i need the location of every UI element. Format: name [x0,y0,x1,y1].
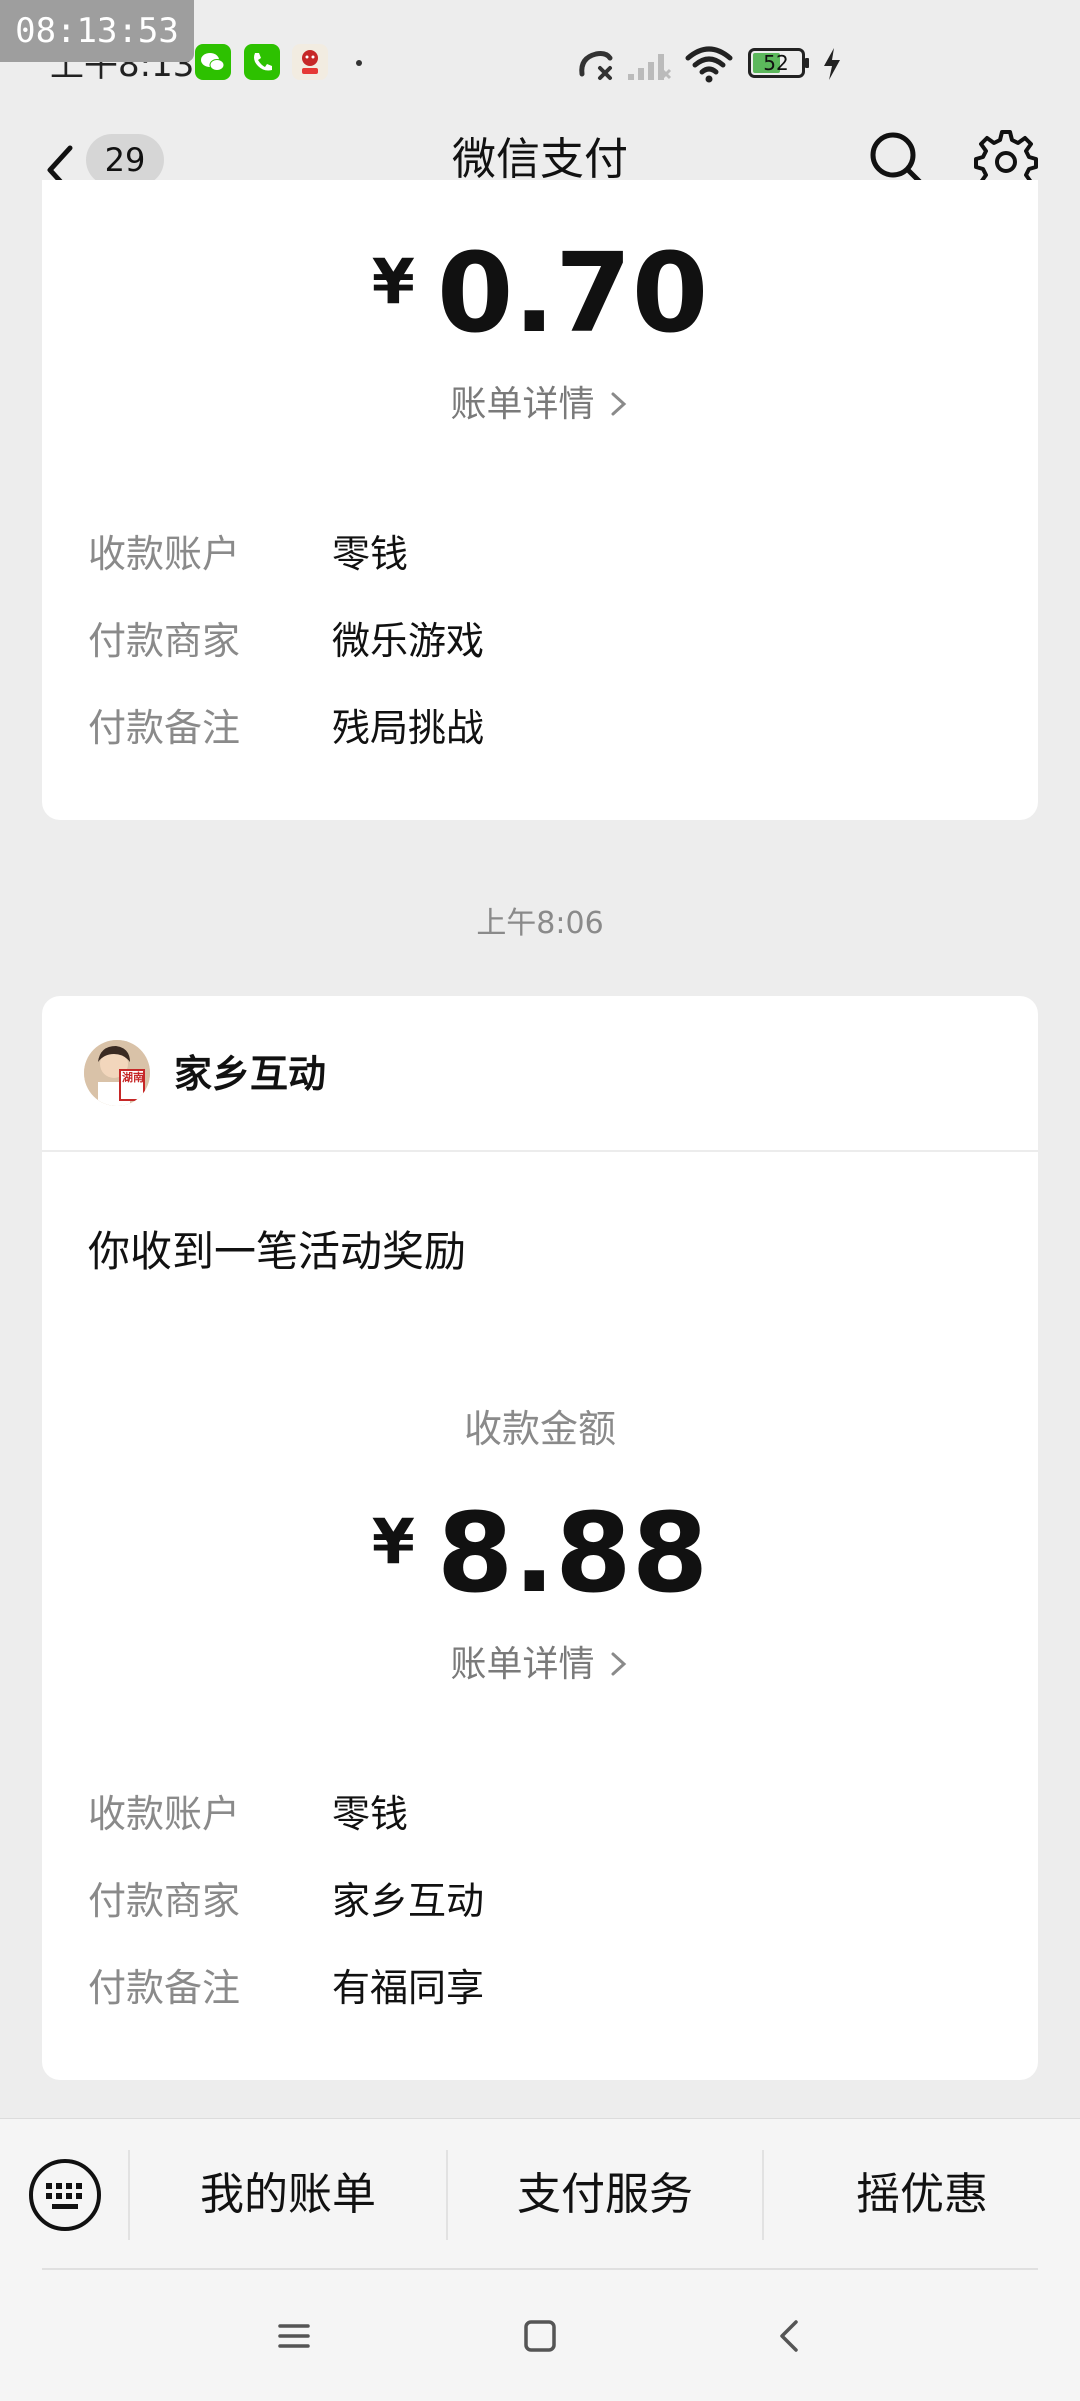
merchant-name[interactable]: 家乡互动 [174,1046,326,1102]
card-divider [42,1150,1038,1152]
payment-note-label: 付款备注 [88,706,241,750]
nav-back-button[interactable] [770,2312,810,2360]
keyboard-toggle-button[interactable] [28,2158,102,2232]
receive-account-value-bottom: 零钱 [332,1792,409,1836]
amount-label: 收款金额 [463,1407,616,1451]
receive-account-label-bottom: 收款账户 [88,1792,241,1836]
charging-icon [820,46,844,82]
amount-number: 0.70 [436,229,709,357]
phone-notification-icon [244,44,280,80]
payment-note-value-bottom: 有福同享 [332,1966,485,2010]
amount-value: ¥0.70 [42,222,1038,353]
unread-count-badge[interactable]: 29 [86,134,164,186]
home-square-icon [524,2320,556,2352]
message-timestamp: 上午8:06 [476,906,604,941]
currency-symbol: ¥ [371,245,415,318]
payer-merchant-value-bottom: 家乡互动 [332,1879,485,1923]
bill-detail-label-bottom: 账单详情 [450,1644,595,1685]
avatar-text: 湖南 [122,1071,144,1084]
home-button[interactable] [518,2314,562,2358]
currency-symbol-bottom: ¥ [371,1505,415,1578]
bill-detail-link[interactable]: 账单详情 [42,380,1038,430]
amount-number-bottom: 8.88 [436,1489,709,1617]
menu-icon [278,2324,310,2348]
clock-overlay: 08:13:53 [0,0,194,62]
battery-level-text: 52 [763,51,789,75]
merchant-avatar[interactable]: 湖南 [84,1040,150,1106]
nav-back-icon [780,2320,798,2352]
bill-detail-link-bottom[interactable]: 账单详情 [42,1640,1038,1690]
chevron-right-icon [611,392,626,416]
payer-merchant-label: 付款商家 [88,619,241,663]
battery-icon: 52 [748,48,810,78]
signal-icon [626,48,672,82]
receive-account-label: 收款账户 [88,532,241,576]
payer-merchant-value: 微乐游戏 [332,619,485,663]
call-missed-icon [576,44,618,84]
wechat-notification-icon [195,44,231,80]
payment-note-label-bottom: 付款备注 [88,1966,241,2010]
game-notification-icon [292,44,328,80]
receive-account-value: 零钱 [332,532,409,576]
wifi-icon [684,44,734,84]
recent-apps-button[interactable] [272,2316,316,2356]
payer-merchant-label-bottom: 付款商家 [88,1879,241,1923]
payment-note-value: 残局挑战 [332,706,485,750]
amount-value-bottom: ¥8.88 [42,1482,1038,1613]
nav-divider [42,2268,1038,2270]
menu-shake-discounts[interactable]: 摇优惠 [764,2150,1080,2240]
keyboard-icon [29,2159,101,2231]
bill-detail-label: 账单详情 [450,384,595,425]
more-notifications-dot-icon [356,60,362,66]
chevron-right-icon [611,1652,626,1676]
reward-message: 你收到一笔活动奖励 [88,1227,467,1276]
menu-my-bills[interactable]: 我的账单 [130,2150,446,2240]
menu-payment-services[interactable]: 支付服务 [448,2150,762,2240]
